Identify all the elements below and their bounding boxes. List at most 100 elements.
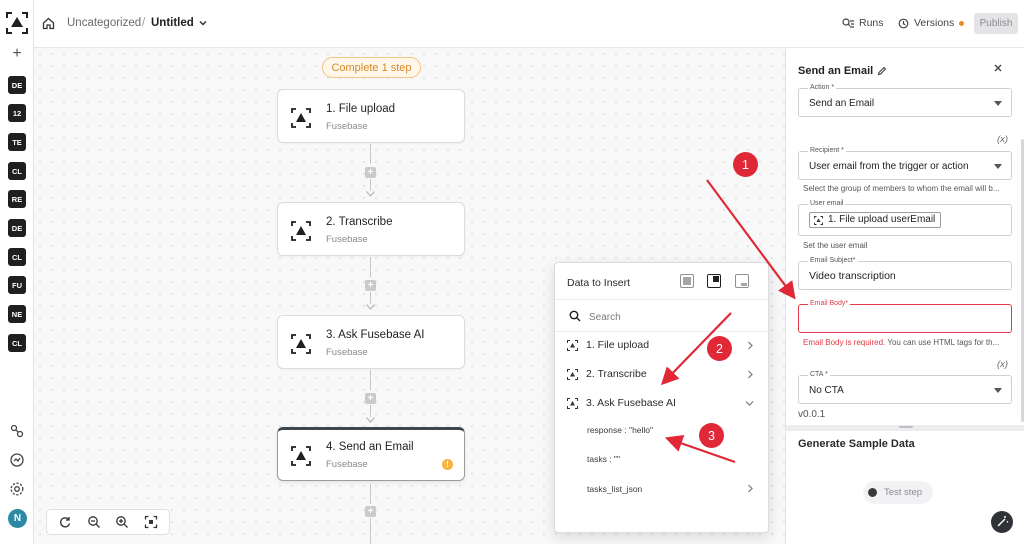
versions-button[interactable]: Versions: [898, 17, 965, 29]
arrow-down-icon: [366, 191, 375, 197]
data-field-tasks[interactable]: tasks : "": [587, 454, 620, 464]
add-step-button[interactable]: +: [365, 506, 376, 517]
fusebase-icon: [291, 108, 311, 128]
workspace-badge[interactable]: CL: [8, 248, 26, 266]
annotation-badge: 3: [699, 423, 724, 448]
app-logo-icon[interactable]: [6, 12, 28, 34]
add-step-button[interactable]: +: [365, 167, 376, 178]
workspace-badge[interactable]: CL: [8, 162, 26, 180]
arrow-down-icon: [366, 417, 375, 423]
add-workspace-icon[interactable]: +: [9, 46, 25, 62]
email-subject-field[interactable]: Email Subject* Video transcription: [798, 257, 1012, 290]
helper-text: Set the user email: [803, 241, 868, 250]
list-item-ask-ai[interactable]: 3. Ask Fusebase AI: [555, 390, 770, 416]
field-value: Send an Email: [809, 98, 875, 109]
node-title: 3. Ask Fusebase AI: [326, 329, 425, 341]
chevron-down-icon: [745, 401, 754, 406]
generate-sample-title: Generate Sample Data: [798, 438, 915, 450]
arrow-down-icon: [366, 304, 375, 310]
zoom-out-icon[interactable]: [87, 515, 101, 529]
insert-variable-icon[interactable]: (x): [997, 359, 1008, 370]
versions-label: Versions: [914, 17, 955, 29]
fusebase-icon: [567, 369, 578, 380]
chevron-right-icon: [748, 341, 753, 350]
error-text: Email Body is required. You can use HTML…: [803, 338, 1009, 347]
error-hint: You can use HTML tags for th...: [885, 338, 1000, 347]
breadcrumb-current[interactable]: Untitled: [151, 17, 194, 29]
user-avatar[interactable]: N: [8, 509, 27, 528]
chip-label: 1. File upload userEmail: [828, 214, 936, 225]
fusebase-icon: [291, 446, 311, 466]
recipient-select[interactable]: Recipient * User email from the trigger …: [798, 147, 1012, 180]
caret-down-icon: [994, 388, 1002, 393]
fit-view-icon[interactable]: [144, 515, 158, 529]
list-item-file-upload[interactable]: 1. File upload: [555, 332, 770, 358]
unsaved-dot-icon: [959, 20, 965, 26]
workspace-badge[interactable]: DE: [8, 76, 26, 94]
home-icon[interactable]: [42, 17, 55, 30]
zoom-toolbar: [46, 509, 170, 535]
action-select[interactable]: Action * Send an Email: [798, 84, 1012, 117]
chevron-right-icon: [748, 370, 753, 379]
insert-variable-icon[interactable]: (x): [997, 134, 1008, 145]
flow-node-ask-ai[interactable]: 3. Ask Fusebase AI Fusebase: [277, 315, 465, 369]
chevron-down-icon[interactable]: [199, 19, 207, 27]
workspace-badge[interactable]: FU: [8, 276, 26, 294]
automations-icon[interactable]: [9, 452, 25, 468]
ai-assist-button[interactable]: [991, 511, 1013, 533]
data-field-response[interactable]: response : "hello": [587, 425, 653, 435]
workspace-badge[interactable]: TE: [8, 133, 26, 151]
fusebase-icon: [567, 340, 578, 351]
settings-gear-icon[interactable]: [9, 481, 25, 497]
cta-select[interactable]: CTA * No CTA: [798, 371, 1012, 404]
annotation-badge: 1: [733, 152, 758, 177]
add-step-button[interactable]: +: [365, 280, 376, 291]
variable-chip[interactable]: 1. File upload userEmail: [809, 212, 942, 228]
divider: [555, 299, 770, 300]
integrations-icon[interactable]: [9, 423, 25, 439]
close-icon[interactable]: [993, 63, 1003, 73]
list-item-transcribe[interactable]: 2. Transcribe: [555, 361, 770, 387]
resize-handle[interactable]: [899, 426, 913, 428]
workspace-badge[interactable]: 12: [8, 104, 26, 122]
email-body-field[interactable]: Email Body*: [798, 300, 1012, 333]
add-step-button[interactable]: +: [365, 393, 376, 404]
layout-dock-right-icon[interactable]: [707, 274, 721, 288]
workspace-badge[interactable]: CL: [8, 334, 26, 352]
flow-node-send-email[interactable]: 4. Send an Email Fusebase !: [277, 427, 465, 481]
zoom-in-icon[interactable]: [115, 515, 129, 529]
record-icon: [868, 488, 877, 497]
helper-text: Select the group of members to whom the …: [803, 184, 1000, 193]
version-label: v0.0.1: [798, 409, 826, 420]
workspace-badge[interactable]: NE: [8, 305, 26, 323]
breadcrumb-parent[interactable]: Uncategorized: [67, 17, 141, 29]
publish-button[interactable]: Publish: [974, 13, 1018, 34]
data-field-tasks-list-json[interactable]: tasks_list_json: [587, 484, 642, 494]
fusebase-icon: [291, 221, 311, 241]
node-title: 4. Send an Email: [326, 441, 414, 453]
workspace-badge[interactable]: RE: [8, 190, 26, 208]
workspace-badge[interactable]: DE: [8, 219, 26, 237]
test-step-button[interactable]: Test step: [863, 481, 933, 504]
fusebase-icon: [291, 334, 311, 354]
connector-line: [370, 257, 371, 277]
field-label: Recipient *: [808, 147, 846, 154]
chevron-right-icon[interactable]: [747, 484, 754, 493]
search-input[interactable]: Search: [589, 312, 621, 323]
list-item-label: 3. Ask Fusebase AI: [586, 397, 676, 409]
user-email-field[interactable]: User email 1. File upload userEmail: [798, 200, 1012, 236]
top-bar: Uncategorized / Untitled Runs Versions P…: [34, 0, 1024, 48]
connector-line: [370, 292, 371, 304]
connector-line: [370, 370, 371, 390]
layout-full-icon[interactable]: [680, 274, 694, 288]
fusebase-icon: [567, 398, 578, 409]
flow-node-transcribe[interactable]: 2. Transcribe Fusebase: [277, 202, 465, 256]
annotation-badge: 2: [707, 336, 732, 361]
layout-dock-bottom-icon[interactable]: [735, 274, 749, 288]
reset-view-icon[interactable]: [58, 515, 72, 529]
flow-node-file-upload[interactable]: 1. File upload Fusebase: [277, 89, 465, 143]
runs-button[interactable]: Runs: [842, 17, 884, 29]
edit-pencil-icon[interactable]: [877, 66, 887, 76]
magic-wand-icon: [997, 516, 1009, 527]
connector-line: [370, 179, 371, 191]
